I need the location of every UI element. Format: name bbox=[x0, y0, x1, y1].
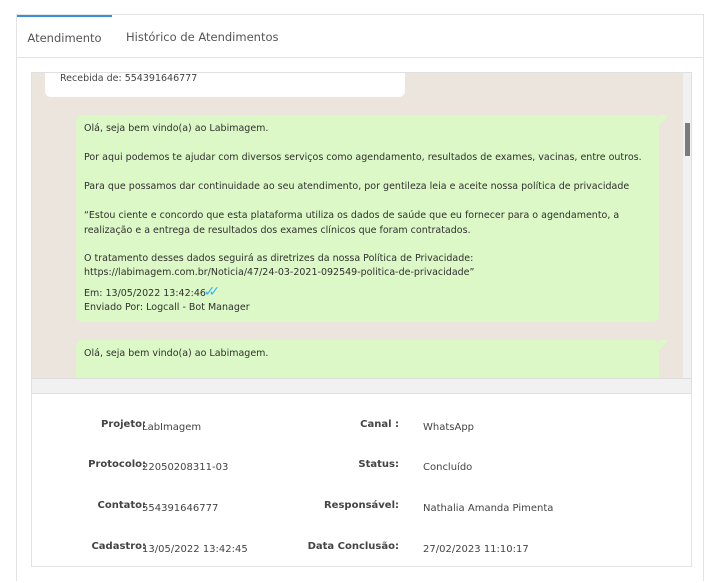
message-line: realização e a entrega de resultados dos… bbox=[84, 225, 471, 236]
read-receipt-icon: ✓✓ bbox=[204, 284, 221, 300]
tab-historico-atendimentos[interactable]: Histórico de Atendimentos bbox=[126, 15, 278, 57]
incoming-message: Recebida de: 554391646777 bbox=[45, 73, 405, 97]
attendance-details: Projeto: LabImagem Canal : WhatsApp Prot… bbox=[31, 392, 692, 567]
bubble-tail bbox=[659, 340, 669, 350]
data-conclusao-label: Data Conclusão: bbox=[307, 541, 399, 552]
canal-label: Canal : bbox=[360, 419, 399, 430]
status-value: Concluído bbox=[423, 462, 473, 473]
message-line: Para que possamos dar continuidade ao se… bbox=[84, 181, 630, 192]
protocolo-label: Protocolo: bbox=[88, 459, 146, 470]
message-line: Olá, seja bem vindo(a) ao Labimagem. bbox=[84, 348, 269, 359]
incoming-message-text: Recebida de: 554391646777 bbox=[60, 73, 198, 84]
chat-window[interactable]: Recebida de: 554391646777 Olá, seja bem … bbox=[31, 72, 692, 394]
privacy-policy-link[interactable]: https://labimagem.com.br/Noticia/47/24-0… bbox=[84, 267, 474, 278]
protocolo-value: 22050208311-03 bbox=[142, 462, 229, 473]
horizontal-scrollbar[interactable] bbox=[32, 378, 691, 393]
projeto-label: Projeto: bbox=[101, 419, 146, 430]
responsavel-value: Nathalia Amanda Pimenta bbox=[423, 503, 554, 514]
attendance-panel: Atendimento Histórico de Atendimentos Re… bbox=[16, 14, 704, 581]
projeto-value: LabImagem bbox=[142, 422, 202, 433]
outgoing-message: Olá, seja bem vindo(a) ao Labimagem. Por… bbox=[76, 115, 669, 322]
cadastro-value: 13/05/2022 13:42:45 bbox=[142, 544, 248, 555]
tab-atendimento[interactable]: Atendimento bbox=[17, 15, 112, 57]
responsavel-label: Responsável: bbox=[323, 500, 399, 511]
contato-label: Contato: bbox=[97, 500, 146, 511]
status-label: Status: bbox=[358, 459, 399, 470]
canal-value: WhatsApp bbox=[423, 422, 475, 433]
vertical-scrollbar[interactable] bbox=[683, 73, 691, 378]
vertical-scrollbar-thumb[interactable] bbox=[685, 123, 690, 156]
message-line: Olá, seja bem vindo(a) ao Labimagem. bbox=[84, 123, 269, 134]
message-sender: Enviado Por: Logcall - Bot Manager bbox=[84, 302, 250, 313]
message-timestamp: Em: 13/05/2022 13:42:46 ✓✓ bbox=[84, 284, 221, 300]
message-line: Por aqui podemos te ajudar com diversos … bbox=[84, 152, 642, 163]
tab-bar: Atendimento Histórico de Atendimentos bbox=[17, 15, 703, 58]
data-conclusao-value: 27/02/2023 11:10:17 bbox=[423, 544, 529, 555]
cadastro-label: Cadastro: bbox=[91, 541, 146, 552]
message-line: “Estou ciente e concordo que esta plataf… bbox=[84, 210, 620, 221]
contato-value: 554391646777 bbox=[142, 503, 219, 514]
bubble-tail bbox=[659, 115, 669, 125]
message-line: O tratamento desses dados seguirá as dir… bbox=[84, 253, 474, 264]
